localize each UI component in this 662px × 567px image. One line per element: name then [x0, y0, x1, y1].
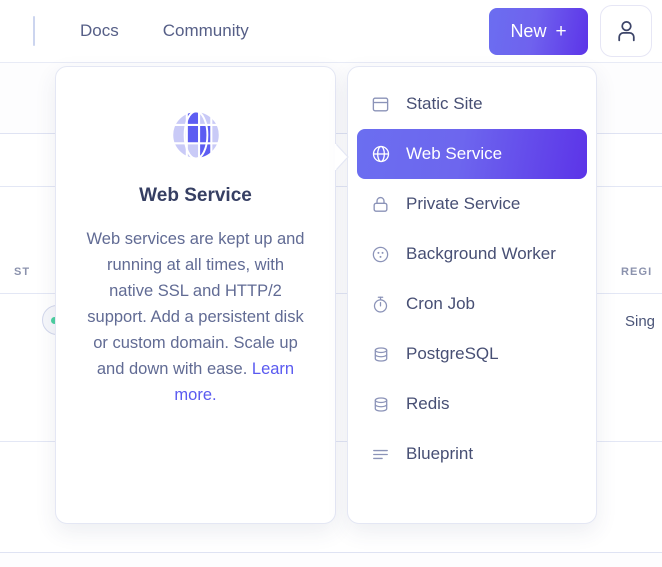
menu-item-cron-job[interactable]: Cron Job: [357, 279, 587, 329]
panel-pointer-icon: [335, 143, 349, 171]
new-button[interactable]: New +: [489, 7, 588, 55]
nav-link-community[interactable]: Community: [163, 21, 249, 41]
menu-item-static-site[interactable]: Static Site: [357, 79, 587, 129]
menu-item-private-service[interactable]: Private Service: [357, 179, 587, 229]
menu-item-web-service[interactable]: Web Service: [357, 129, 587, 179]
menu-item-label: Background Worker: [406, 244, 556, 263]
top-header: Docs Community New +: [0, 0, 662, 63]
browser-window-icon: [370, 94, 391, 115]
menu-item-label: Private Service: [406, 194, 521, 213]
new-button-label: New: [510, 20, 547, 41]
database-icon: [370, 394, 391, 415]
info-panel-description: Web services are kept up and running at …: [84, 226, 307, 408]
menu-item-label: Blueprint: [406, 444, 474, 463]
menu-item-redis[interactable]: Redis: [357, 379, 587, 429]
stopwatch-icon: [370, 294, 391, 315]
menu-item-label: Static Site: [406, 94, 483, 113]
user-icon: [617, 20, 635, 42]
globe-icon: [370, 144, 391, 165]
web-service-info-panel: Web Service Web services are kept up and…: [55, 66, 336, 524]
database-icon: [370, 344, 391, 365]
cell-region-value: Sing: [625, 313, 656, 330]
column-header-region: REGI: [621, 266, 653, 278]
info-panel-description-text: Web services are kept up and running at …: [86, 230, 305, 378]
nav-link-docs[interactable]: Docs: [80, 21, 119, 41]
lines-icon: [370, 444, 391, 465]
avatar-button[interactable]: [600, 5, 652, 57]
menu-item-postgresql[interactable]: PostgreSQL: [357, 329, 587, 379]
header-divider: [33, 16, 35, 46]
info-panel-title: Web Service: [139, 185, 252, 206]
menu-item-background-worker[interactable]: Background Worker: [357, 229, 587, 279]
worker-dots-icon: [370, 244, 391, 265]
globe-icon: [171, 110, 220, 160]
lock-icon: [370, 194, 391, 215]
menu-item-blueprint[interactable]: Blueprint: [357, 429, 587, 479]
menu-item-label: Cron Job: [406, 294, 475, 313]
menu-item-label: Web Service: [406, 144, 503, 163]
app-root: ST REGI Sing Docs Community New + Web Se…: [0, 0, 662, 567]
menu-item-label: Redis: [406, 394, 450, 413]
new-resource-menu: Static Site Web Service Private Service: [347, 66, 597, 524]
plus-icon: +: [555, 20, 567, 42]
column-header-status: ST: [14, 266, 31, 278]
menu-item-label: PostgreSQL: [406, 344, 499, 363]
